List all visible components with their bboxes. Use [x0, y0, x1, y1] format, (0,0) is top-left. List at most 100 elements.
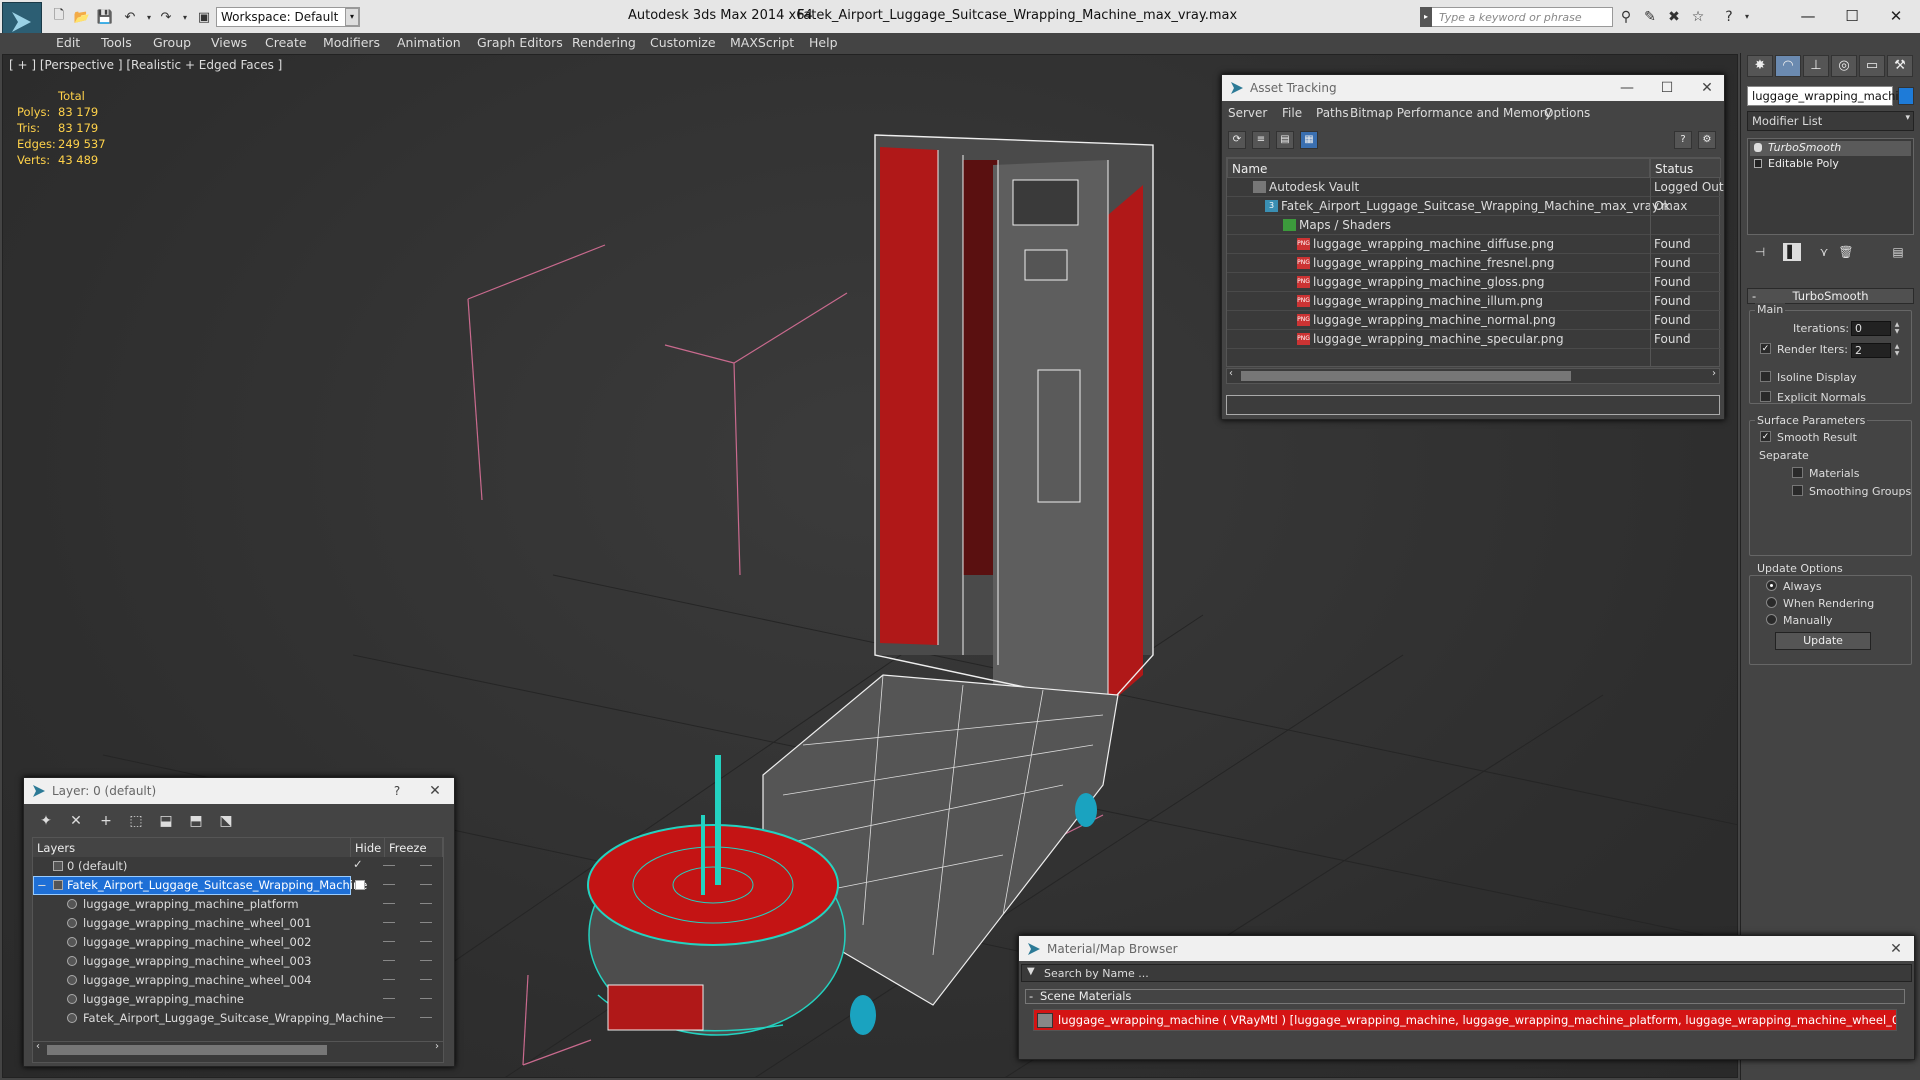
turbosmooth-rollout-header[interactable]: - TurboSmooth	[1747, 288, 1914, 304]
scroll-left-icon[interactable]: ‹	[36, 1041, 40, 1052]
table-row[interactable]: PNG luggage_wrapping_machine_specular.png…	[1227, 330, 1721, 349]
column-header-name[interactable]: Name	[1227, 158, 1650, 178]
display-tab-icon[interactable]: ▭	[1859, 55, 1885, 77]
project-folder-icon[interactable]: ▣	[195, 8, 213, 26]
hide-toggle[interactable]	[383, 941, 395, 942]
always-radio[interactable]	[1766, 580, 1777, 591]
hierarchy-tab-icon[interactable]: ⊥	[1803, 55, 1829, 77]
scene-materials-section[interactable]: - Scene Materials	[1025, 989, 1905, 1004]
open-file-icon[interactable]: 📂	[73, 8, 91, 26]
iterations-spinner[interactable]: 0	[1851, 321, 1891, 336]
maximize-button[interactable]: ☐	[1830, 4, 1874, 28]
layer-row[interactable]: luggage_wrapping_machine_wheel_002	[33, 933, 443, 952]
close-button[interactable]: ✕	[420, 781, 450, 801]
menu-create[interactable]: Create	[265, 35, 307, 50]
subscription-icon[interactable]: ✎	[1641, 8, 1659, 26]
minimize-button[interactable]: —	[1786, 4, 1830, 28]
render-iters-spinner[interactable]: 2	[1851, 343, 1891, 358]
keyword-search-input[interactable]: Type a keyword or phrase	[1420, 7, 1613, 27]
scroll-right-icon[interactable]: ›	[435, 1041, 439, 1052]
explicit-normals-checkbox[interactable]	[1760, 391, 1771, 402]
hide-toggle[interactable]	[383, 998, 395, 999]
close-button[interactable]: ✕	[1881, 939, 1911, 959]
help-button[interactable]: ?	[382, 781, 412, 801]
options-dropdown-icon[interactable]: ▼	[1027, 966, 1035, 977]
minimize-button[interactable]: —	[1612, 78, 1642, 98]
select-objects-icon[interactable]: ⬚	[126, 811, 146, 831]
settings-icon[interactable]: ⚙	[1698, 131, 1716, 149]
scroll-right-icon[interactable]: ›	[1712, 368, 1716, 379]
layer-row[interactable]: luggage_wrapping_machine_wheel_004	[33, 971, 443, 990]
asset-tracking-titlebar[interactable]: Asset Tracking — ☐ ✕	[1222, 75, 1724, 101]
when-rendering-radio[interactable]	[1766, 597, 1777, 608]
hide-toggle[interactable]	[383, 979, 395, 980]
menu-views[interactable]: Views	[211, 35, 247, 50]
freeze-toggle[interactable]	[420, 941, 432, 942]
maximize-button[interactable]: ☐	[1652, 78, 1682, 98]
material-browser-titlebar[interactable]: Material/Map Browser ✕	[1019, 936, 1914, 961]
freeze-toggle[interactable]	[420, 865, 432, 866]
menu-graph-editors[interactable]: Graph Editors	[477, 35, 563, 50]
collapse-icon[interactable]: −	[37, 878, 47, 892]
material-item[interactable]: luggage_wrapping_machine ( VRayMtl ) [lu…	[1033, 1009, 1897, 1031]
menu-bitmap-performance[interactable]: Bitmap Performance and Memory	[1350, 106, 1552, 120]
column-header-status[interactable]: Status	[1650, 158, 1721, 178]
spinner-arrows-icon[interactable]: ▲ ▼	[1893, 321, 1901, 336]
redo-icon[interactable]: ↷	[157, 8, 175, 26]
help-icon[interactable]: ?	[1720, 8, 1738, 26]
layer-titlebar[interactable]: Layer: 0 (default) ? ✕	[24, 778, 454, 804]
render-iters-checkbox[interactable]: ✓	[1760, 343, 1771, 354]
favorites-star-icon[interactable]: ☆	[1689, 8, 1707, 26]
horizontal-scrollbar[interactable]: ‹ ›	[33, 1041, 443, 1057]
add-to-layer-icon[interactable]: +	[96, 811, 116, 831]
modifier-list-dropdown[interactable]: Modifier List ▾	[1747, 111, 1914, 131]
hide-all-icon[interactable]: ⬒	[186, 811, 206, 831]
table-row[interactable]: Autodesk Vault Logged Out	[1227, 178, 1724, 197]
horizontal-scrollbar[interactable]: ‹ ›	[1226, 368, 1720, 384]
undo-icon[interactable]: ↶	[121, 8, 139, 26]
freeze-toggle[interactable]	[420, 922, 432, 923]
scrollbar-thumb[interactable]	[47, 1045, 327, 1055]
lightbulb-icon[interactable]	[1754, 143, 1762, 152]
workspace-selector[interactable]: Workspace: Default ▾	[216, 7, 360, 27]
menu-animation[interactable]: Animation	[397, 35, 461, 50]
modify-tab-icon[interactable]: ◠	[1775, 55, 1801, 77]
expand-plus-icon[interactable]	[1754, 159, 1762, 168]
layer-row[interactable]: Fatek_Airport_Luggage_Suitcase_Wrapping_…	[33, 1009, 443, 1028]
menu-maxscript[interactable]: MAXScript	[730, 35, 794, 50]
freeze-toggle[interactable]	[420, 979, 432, 980]
layer-row[interactable]: luggage_wrapping_machine_platform	[33, 895, 443, 914]
menu-tools[interactable]: Tools	[101, 35, 132, 50]
list-view-icon[interactable]: ≡	[1252, 131, 1270, 149]
hide-toggle[interactable]	[383, 960, 395, 961]
freeze-toggle[interactable]	[420, 903, 432, 904]
layer-row[interactable]: luggage_wrapping_machine_wheel_003	[33, 952, 443, 971]
menu-file[interactable]: File	[1282, 106, 1302, 120]
menu-options[interactable]: Options	[1544, 106, 1590, 120]
table-row[interactable]: Maps / Shaders	[1227, 216, 1721, 235]
table-row[interactable]: PNG luggage_wrapping_machine_illum.png Fou…	[1227, 292, 1721, 311]
update-button[interactable]: Update	[1775, 632, 1871, 650]
help-icon[interactable]: ?	[1674, 131, 1692, 149]
viewport-label[interactable]: [ + ] [Perspective ] [Realistic + Edged …	[9, 58, 282, 72]
table-view-icon[interactable]: ▦	[1300, 131, 1318, 149]
material-search-input[interactable]: ▼ Search by Name ...	[1021, 964, 1912, 982]
layer-row[interactable]: luggage_wrapping_machine	[33, 990, 443, 1009]
new-layer-icon[interactable]: ✦	[36, 811, 56, 831]
menu-server[interactable]: Server	[1228, 106, 1267, 120]
hide-toggle[interactable]	[383, 922, 395, 923]
delete-layer-icon[interactable]: ✕	[66, 811, 86, 831]
table-row[interactable]: PNG luggage_wrapping_machine_diffuse.png F…	[1227, 235, 1721, 254]
freeze-toggle[interactable]	[420, 960, 432, 961]
column-header-layers[interactable]: Layers	[33, 838, 351, 857]
stack-item-turbosmooth[interactable]: TurboSmooth	[1750, 141, 1911, 156]
show-end-result-icon[interactable]: ▌	[1783, 243, 1801, 261]
close-button[interactable]: ✕	[1692, 78, 1722, 98]
workspace-dropdown-button[interactable]: ▾	[345, 8, 359, 26]
freeze-toggle[interactable]	[420, 998, 432, 999]
remove-modifier-icon[interactable]: 🗑	[1837, 243, 1855, 261]
communication-icon[interactable]: ✖	[1665, 8, 1683, 26]
binoculars-icon[interactable]: ⚲	[1617, 8, 1635, 26]
isoline-display-checkbox[interactable]	[1760, 371, 1771, 382]
object-name-field[interactable]: luggage_wrapping_machine	[1747, 86, 1913, 106]
